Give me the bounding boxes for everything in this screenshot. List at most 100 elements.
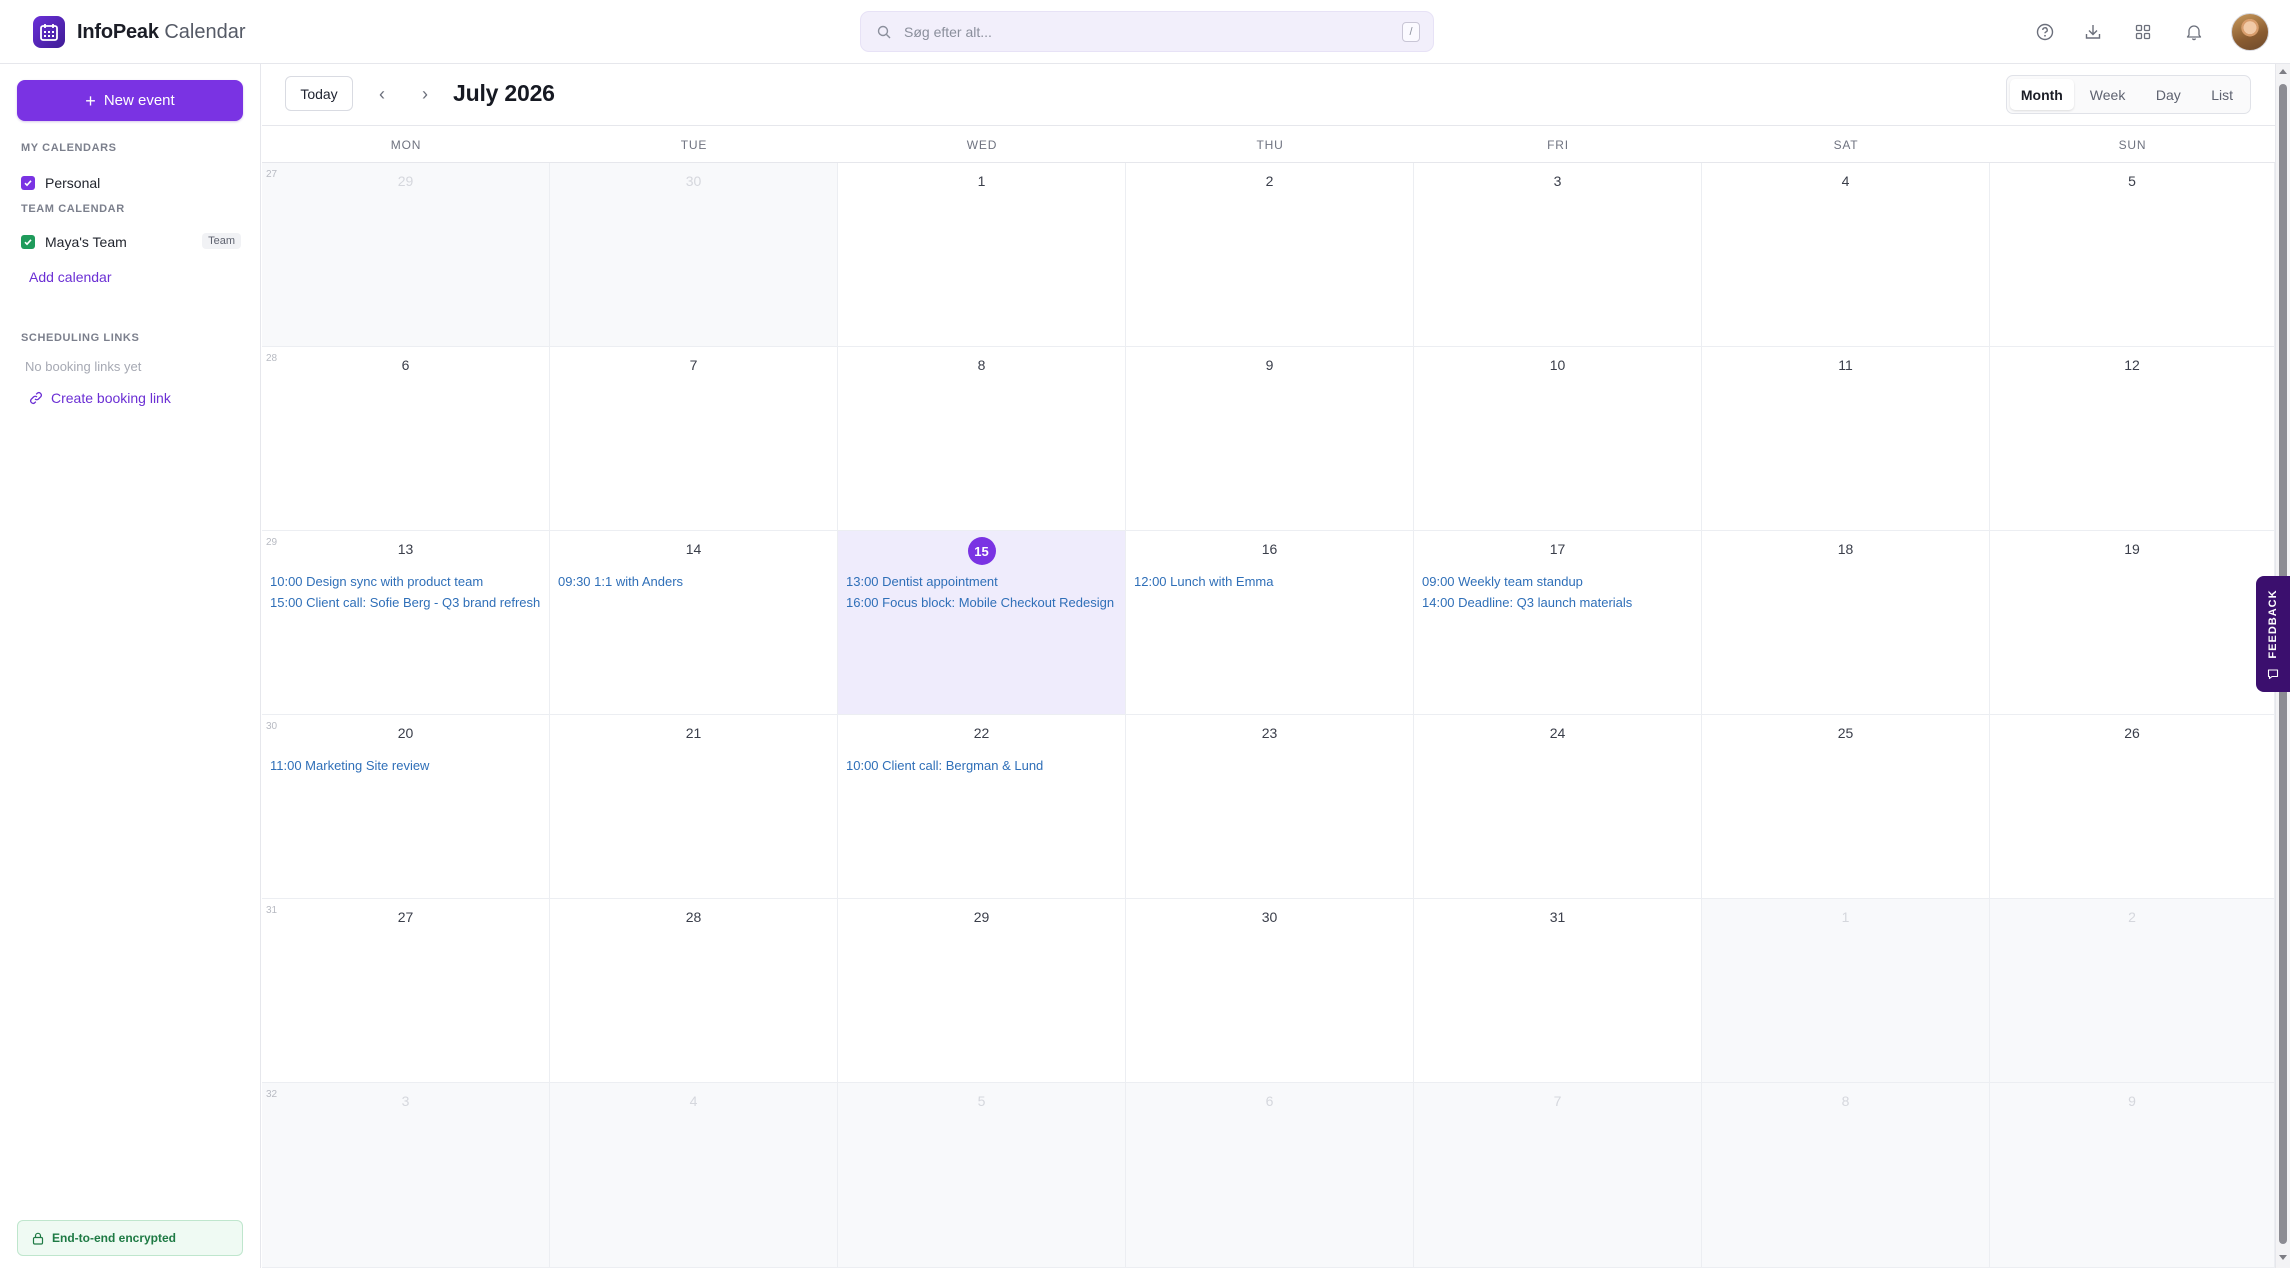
bell-icon[interactable] bbox=[2182, 20, 2206, 44]
calendar-item-personal[interactable]: Personal bbox=[21, 173, 241, 193]
view-day-tab[interactable]: Day bbox=[2141, 79, 2195, 110]
event-list: 10:00 Design sync with product team 15:00… bbox=[270, 571, 545, 613]
event-list: 12:00 Lunch with Emma bbox=[1134, 571, 1409, 592]
day-number: 30 bbox=[1261, 909, 1278, 925]
day-number: 7 bbox=[1553, 1093, 1562, 1109]
day-number: 12 bbox=[2124, 357, 2140, 373]
day-cell[interactable]: 1 bbox=[1702, 899, 1990, 1083]
day-cell[interactable]: 12 bbox=[1990, 347, 2275, 531]
day-cell[interactable]: 7 bbox=[550, 347, 838, 531]
avatar[interactable] bbox=[2231, 13, 2269, 51]
day-cell[interactable]: 30 bbox=[550, 163, 838, 347]
chevron-right-icon[interactable]: › bbox=[413, 82, 437, 106]
view-month-tab[interactable]: Month bbox=[2010, 79, 2074, 110]
day-cell[interactable]: 21 bbox=[550, 715, 838, 899]
day-cell[interactable]: 5 bbox=[838, 1083, 1126, 1268]
day-cell[interactable]: 6 bbox=[1126, 1083, 1414, 1268]
day-cell-today[interactable]: 15 13:00 Dentist appointment 16:00 Focus b… bbox=[838, 531, 1126, 715]
scroll-down-arrow[interactable] bbox=[2279, 1255, 2287, 1260]
day-number: 29 bbox=[973, 909, 990, 925]
day-cell[interactable]: 2 bbox=[1990, 899, 2275, 1083]
day-cell[interactable]: 19 bbox=[1990, 531, 2275, 715]
day-number: 7 bbox=[689, 357, 698, 373]
day-cell[interactable]: 30 20 11:00 Marketing Site review bbox=[262, 715, 550, 899]
calendar-event[interactable]: 13:00 Dentist appointment bbox=[846, 571, 1121, 592]
calendar-event[interactable]: 14:00 Deadline: Q3 launch materials bbox=[1422, 592, 1697, 613]
day-cell[interactable]: 28 6 bbox=[262, 347, 550, 531]
calendar-event[interactable]: 12:00 Lunch with Emma bbox=[1134, 571, 1409, 592]
day-cell[interactable]: 27 29 bbox=[262, 163, 550, 347]
day-cell[interactable]: 30 bbox=[1126, 899, 1414, 1083]
help-icon[interactable] bbox=[2033, 20, 2057, 44]
day-cell[interactable]: 9 bbox=[1990, 1083, 2275, 1268]
day-cell[interactable]: 26 bbox=[1990, 715, 2275, 899]
weekday-label: SUN bbox=[2118, 138, 2147, 152]
search-bar[interactable]: Søg efter alt... / bbox=[860, 11, 1434, 52]
download-icon[interactable] bbox=[2081, 20, 2105, 44]
day-cell[interactable]: 1 bbox=[838, 163, 1126, 347]
day-cell[interactable]: 17 09:00 Weekly team standup 14:00 Deadlin… bbox=[1414, 531, 1702, 715]
day-cell[interactable]: 31 bbox=[1414, 899, 1702, 1083]
day-cell[interactable]: 29 bbox=[838, 899, 1126, 1083]
day-number: 5 bbox=[2128, 173, 2136, 189]
day-cell[interactable]: 4 bbox=[550, 1083, 838, 1268]
day-cell[interactable]: 14 09:30 1:1 with Anders bbox=[550, 531, 838, 715]
day-number: 4 bbox=[1841, 173, 1850, 189]
new-event-button[interactable]: + New event bbox=[17, 80, 243, 121]
today-button[interactable]: Today bbox=[285, 76, 353, 111]
day-cell[interactable]: 11 bbox=[1702, 347, 1990, 531]
day-cell[interactable]: 28 bbox=[550, 899, 838, 1083]
day-cell[interactable]: 5 bbox=[1990, 163, 2275, 347]
day-number: 9 bbox=[1265, 357, 1274, 373]
apps-grid-icon[interactable] bbox=[2131, 20, 2155, 44]
checkbox-mayas-team[interactable] bbox=[21, 235, 35, 249]
day-cell[interactable]: 23 bbox=[1126, 715, 1414, 899]
day-cell[interactable]: 2 bbox=[1126, 163, 1414, 347]
calendar-event[interactable]: 10:00 Design sync with product team bbox=[270, 571, 545, 592]
link-icon bbox=[30, 392, 42, 404]
app-title[interactable]: InfoPeak Calendar bbox=[77, 20, 246, 44]
day-cell[interactable]: 24 bbox=[1414, 715, 1702, 899]
scroll-up-arrow[interactable] bbox=[2279, 69, 2287, 74]
day-number: 6 bbox=[401, 357, 410, 373]
event-list: 09:30 1:1 with Anders bbox=[558, 571, 833, 592]
search-input[interactable]: Søg efter alt... bbox=[904, 24, 992, 40]
view-week-tab[interactable]: Week bbox=[2076, 79, 2140, 110]
day-cell[interactable]: 29 13 10:00 Design sync with product team 1… bbox=[262, 531, 550, 715]
calendar-event[interactable]: 09:30 1:1 with Anders bbox=[558, 571, 833, 592]
day-cell[interactable]: 9 bbox=[1126, 347, 1414, 531]
calendar-event[interactable]: 15:00 Client call: Sofie Berg - Q3 brand… bbox=[270, 592, 545, 613]
calendar-event[interactable]: 11:00 Marketing Site review bbox=[270, 755, 545, 776]
event-list: 10:00 Client call: Bergman & Lund bbox=[846, 755, 1121, 776]
calendar-logo-icon[interactable] bbox=[33, 16, 65, 48]
day-cell[interactable]: 32 3 bbox=[262, 1083, 550, 1268]
sidebar: + New event MY CALENDARS Personal TEAM C… bbox=[0, 64, 261, 1268]
day-cell[interactable]: 16 12:00 Lunch with Emma bbox=[1126, 531, 1414, 715]
day-cell[interactable]: 8 bbox=[1702, 1083, 1990, 1268]
day-cell[interactable]: 31 27 bbox=[262, 899, 550, 1083]
create-booking-link[interactable]: Create booking link bbox=[29, 390, 171, 406]
feedback-tab[interactable]: FEEDBACK bbox=[2256, 576, 2290, 692]
day-cell[interactable]: 8 bbox=[838, 347, 1126, 531]
calendar-item-label: Personal bbox=[45, 175, 101, 191]
my-calendars-heading: MY CALENDARS bbox=[21, 142, 117, 154]
day-cell[interactable]: 4 bbox=[1702, 163, 1990, 347]
day-cell[interactable]: 22 10:00 Client call: Bergman & Lund bbox=[838, 715, 1126, 899]
day-cell[interactable]: 25 bbox=[1702, 715, 1990, 899]
add-calendar-link[interactable]: Add calendar bbox=[29, 269, 112, 285]
no-booking-links-text: No booking links yet bbox=[25, 359, 142, 374]
day-number: 30 bbox=[685, 173, 702, 189]
chevron-left-icon[interactable]: ‹ bbox=[370, 82, 394, 106]
calendar-event[interactable]: 10:00 Client call: Bergman & Lund bbox=[846, 755, 1121, 776]
day-cell[interactable]: 10 bbox=[1414, 347, 1702, 531]
checkbox-personal[interactable] bbox=[21, 176, 35, 190]
calendar-event[interactable]: 16:00 Focus block: Mobile Checkout Redes… bbox=[846, 592, 1121, 613]
day-cell[interactable]: 3 bbox=[1414, 163, 1702, 347]
weekday-header: MON TUE WED THU FRI SAT SUN bbox=[262, 127, 2275, 163]
day-cell[interactable]: 18 bbox=[1702, 531, 1990, 715]
view-list-tab[interactable]: List bbox=[2197, 79, 2247, 110]
day-cell[interactable]: 7 bbox=[1414, 1083, 1702, 1268]
calendar-item-mayas-team[interactable]: Maya's Team Team bbox=[21, 232, 241, 252]
calendar-event[interactable]: 09:00 Weekly team standup bbox=[1422, 571, 1697, 592]
calendar-toolbar: Today ‹ › July 2026 Month Week Day List bbox=[262, 64, 2275, 126]
